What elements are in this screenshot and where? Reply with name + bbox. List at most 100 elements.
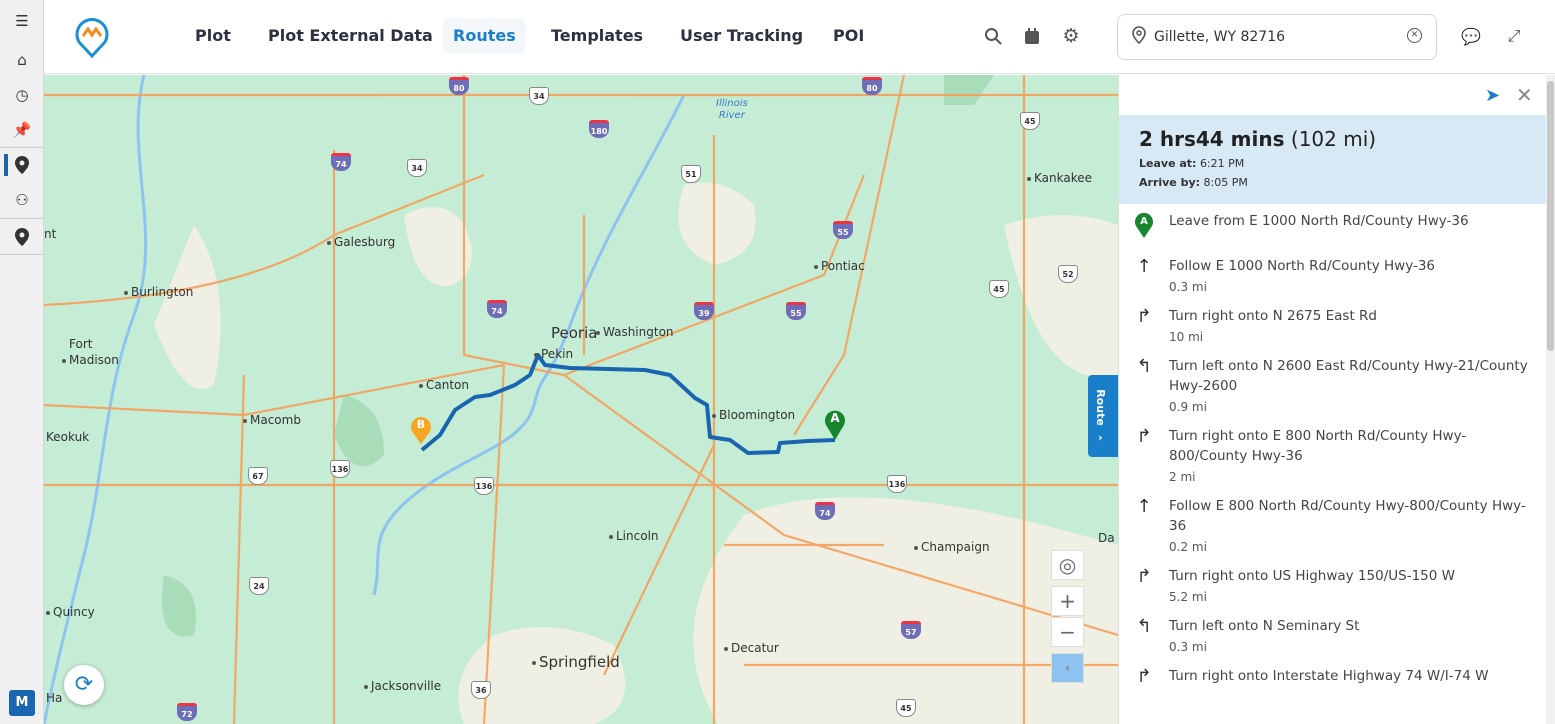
location-pin-icon (1132, 26, 1146, 48)
chevron-right-icon: › (1098, 431, 1103, 444)
direction-step[interactable]: ↑ Follow E 800 North Rd/County Hwy-800/Co… (1119, 490, 1547, 560)
highway-shield: 45 (1020, 112, 1040, 130)
route-duration: 2 hrs44 mins (1139, 127, 1285, 151)
nav-templates[interactable]: Templates (541, 18, 653, 54)
city-label: Kankakee (1027, 171, 1092, 185)
city-label: Keokuk (46, 430, 90, 444)
close-icon[interactable]: ✕ (1516, 83, 1533, 107)
highway-shield: 136 (330, 460, 350, 478)
step-instruction: Turn left onto N Seminary St (1169, 618, 1360, 634)
highway-shield: 55 (833, 221, 853, 239)
location-icon[interactable] (0, 222, 44, 252)
direction-step[interactable]: ↰ Turn left onto N Seminary St 0.3 mi (1119, 610, 1547, 660)
direction-step[interactable]: ↱ Turn right onto US Highway 150/US-150 W… (1119, 560, 1547, 610)
turn-left-icon: ↰ (1136, 356, 1152, 377)
direction-step[interactable]: ↱ Turn right onto Interstate Highway 74 W… (1119, 660, 1547, 685)
city-label: Peoria (551, 324, 598, 342)
step-distance: 2 mi (1169, 470, 1196, 484)
gear-icon[interactable]: ⚙ (1061, 25, 1081, 47)
avatar[interactable]: M (9, 690, 35, 716)
direction-step[interactable]: A Leave from E 1000 North Rd/County Hwy-3… (1119, 205, 1547, 250)
highway-shield: 136 (474, 477, 494, 495)
step-instruction: Leave from E 1000 North Rd/County Hwy-36 (1169, 213, 1469, 229)
city-label: Fort (69, 337, 93, 351)
city-label: Washington (596, 325, 674, 339)
location-icon[interactable] (0, 150, 44, 180)
zoom-in-button[interactable]: + (1051, 586, 1084, 616)
city-label: Quincy (46, 605, 95, 619)
city-label: Canton (419, 378, 469, 392)
step-instruction: Follow E 800 North Rd/County Hwy-800/Cou… (1169, 498, 1526, 534)
step-instruction: Turn left onto N 2600 East Rd/County Hwy… (1169, 358, 1528, 394)
highway-shield: 136 (887, 475, 907, 493)
scrollbar[interactable] (1546, 75, 1555, 724)
turn-straight-icon: ↑ (1136, 496, 1152, 517)
my-location-button[interactable]: ◎ (1051, 550, 1084, 580)
highway-shield: 55 (786, 302, 806, 320)
turn-straight-icon: ↑ (1136, 256, 1152, 277)
location-search[interactable]: ✕ (1117, 14, 1437, 60)
highway-shield: 80 (449, 77, 469, 95)
nav-poi[interactable]: POI (823, 18, 874, 54)
clear-icon[interactable]: ✕ (1407, 28, 1422, 43)
city-label: Springfield (532, 653, 620, 671)
nav-user-tracking[interactable]: User Tracking (670, 18, 813, 54)
chat-icon[interactable]: 💬 (1461, 26, 1481, 46)
highway-shield: 74 (487, 300, 507, 318)
turn-right-icon: ↱ (1136, 306, 1152, 327)
nav-plot[interactable]: Plot (185, 18, 241, 54)
calendar-icon[interactable] (1022, 26, 1042, 46)
highway-shield: 36 (471, 681, 491, 699)
highway-shield: 80 (862, 77, 882, 95)
city-label: Lincoln (609, 529, 659, 543)
location-search-input[interactable] (1154, 29, 1394, 45)
logo[interactable] (74, 16, 110, 62)
highway-shield: 51 (681, 165, 701, 183)
pin-icon[interactable]: 📌 (0, 115, 44, 145)
route-tab[interactable]: Route › (1088, 375, 1118, 457)
search-icon[interactable] (983, 26, 1003, 46)
directions-panel: ➤ ✕ 2 hrs44 mins (102 mi) Leave at: 6:21… (1118, 75, 1555, 724)
city-label: Macomb (243, 413, 301, 427)
city-label: Madison (62, 353, 119, 367)
city-label: Ha (46, 691, 63, 705)
step-instruction: Turn right onto Interstate Highway 74 W/… (1169, 668, 1489, 684)
direction-step[interactable]: ↱ Turn right onto E 800 North Rd/County H… (1119, 420, 1547, 490)
expand-icon[interactable]: ⤢ (1504, 26, 1524, 46)
step-distance: 0.9 mi (1169, 400, 1207, 414)
layer-toggle-button[interactable]: ‹ (1051, 653, 1084, 683)
step-distance: 5.2 mi (1169, 590, 1207, 604)
turn-right-icon: ↱ (1136, 666, 1152, 685)
highway-shield: 45 (989, 280, 1009, 298)
city-label: Decatur (724, 641, 779, 655)
highway-shield: 34 (529, 87, 549, 105)
end-marker[interactable]: B (410, 415, 432, 449)
step-instruction: Turn right onto US Highway 150/US-150 W (1169, 568, 1455, 584)
nav-plot-external-data[interactable]: Plot External Data (258, 18, 443, 54)
route-distance: (102 mi) (1290, 127, 1377, 151)
city-label: Da (1098, 531, 1115, 545)
history-icon[interactable]: ◷ (0, 80, 44, 110)
home-icon[interactable]: ⌂ (0, 45, 44, 75)
route-summary: 2 hrs44 mins (102 mi) Leave at: 6:21 PM … (1119, 115, 1547, 204)
nav-routes[interactable]: Routes (443, 18, 526, 54)
direction-step[interactable]: ↰ Turn left onto N 2600 East Rd/County Hw… (1119, 350, 1547, 420)
highway-shield: 52 (1058, 265, 1078, 283)
highway-shield: 34 (407, 159, 427, 177)
direction-step[interactable]: ↱ Turn right onto N 2675 East Rd 10 mi (1119, 300, 1547, 350)
direction-step[interactable]: ↑ Follow E 1000 North Rd/County Hwy-36 0.3… (1119, 250, 1547, 300)
city-label: Champaign (914, 540, 990, 554)
left-rail: ☰ ⌂ ◷ 📌 ⚇ M (0, 0, 44, 724)
city-label: Pekin (534, 347, 573, 361)
network-icon[interactable]: ⚇ (0, 185, 44, 215)
refresh-button[interactable]: ⟳ (64, 665, 104, 705)
highway-shield: 74 (331, 153, 351, 171)
step-instruction: Follow E 1000 North Rd/County Hwy-36 (1169, 258, 1436, 274)
zoom-out-button[interactable]: − (1051, 617, 1084, 647)
directions-list: A Leave from E 1000 North Rd/County Hwy-3… (1119, 205, 1547, 685)
start-marker[interactable]: A (824, 407, 846, 445)
menu-icon[interactable]: ☰ (0, 6, 44, 36)
navigate-icon[interactable]: ➤ (1485, 85, 1500, 106)
city-label: Bloomington (712, 408, 795, 422)
map[interactable]: Galesburg Burlington Fort Madison Keokuk… (44, 75, 1118, 724)
